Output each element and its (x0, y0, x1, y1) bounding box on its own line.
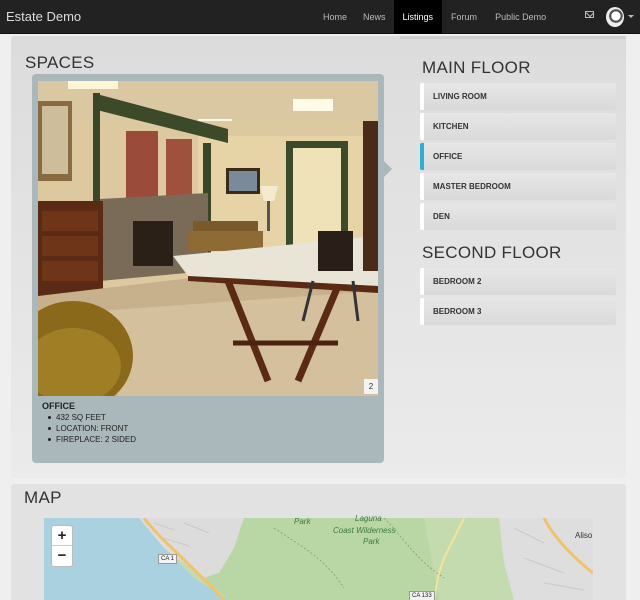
top-navbar: Estate Demo Home News Listings Forum Pub… (0, 0, 640, 34)
nav-public-demo[interactable]: Public Demo (486, 0, 555, 34)
road-badge-ca1: CA 1 (158, 554, 178, 564)
room-bedroom-2[interactable]: BEDROOM 2 (420, 268, 616, 295)
photo-caption-title: OFFICE (42, 401, 75, 411)
caption-detail: LOCATION: FRONT (47, 423, 136, 434)
map-view[interactable] (44, 518, 593, 600)
envelope-icon[interactable] (585, 11, 594, 18)
map-label-city: Aliso (575, 531, 593, 540)
room-office[interactable]: OFFICE (420, 143, 616, 170)
divider (400, 36, 626, 39)
nav-home[interactable]: Home (315, 0, 355, 34)
main-floor-title: MAIN FLOOR (422, 58, 531, 77)
nav-listings[interactable]: Listings (393, 0, 443, 34)
user-avatar[interactable] (606, 7, 624, 27)
room-living-room[interactable]: LIVING ROOM (420, 83, 616, 110)
caption-detail: 432 SQ FEET (47, 412, 136, 423)
nav-forum[interactable]: Forum (442, 0, 486, 34)
room-photo[interactable] (38, 81, 378, 396)
map-title: MAP (24, 488, 62, 507)
map-label-wilderness: Coast Wilderness (333, 526, 396, 535)
map-label-park: Park (294, 517, 311, 526)
room-bedroom-3[interactable]: BEDROOM 3 (420, 298, 616, 325)
room-den[interactable]: DEN (420, 203, 616, 230)
photo-caption-details: 432 SQ FEET LOCATION: FRONT FIREPLACE: 2… (47, 412, 137, 445)
main-nav: Home News Listings Forum Public Demo (315, 0, 555, 34)
room-master-bedroom[interactable]: MASTER BEDROOM (420, 173, 616, 200)
brand-logo-text[interactable]: Estate Demo (6, 9, 81, 24)
map-zoom-control: + − (51, 525, 73, 567)
spaces-title: SPACES (25, 53, 95, 72)
road-badge-ca133: CA 133 (409, 591, 435, 600)
map-label-park-2: Park (363, 537, 380, 546)
nav-news[interactable]: News (355, 0, 394, 34)
room-kitchen[interactable]: KITCHEN (420, 113, 616, 140)
caret-down-icon[interactable] (628, 15, 634, 18)
second-floor-title: SECOND FLOOR (422, 243, 562, 262)
caption-detail: FIREPLACE: 2 SIDED (47, 435, 137, 444)
zoom-out-button[interactable]: − (52, 546, 72, 566)
map-label-laguna: Laguna (355, 514, 382, 523)
photo-index-badge: 2 (364, 379, 378, 394)
zoom-in-button[interactable]: + (52, 526, 72, 546)
